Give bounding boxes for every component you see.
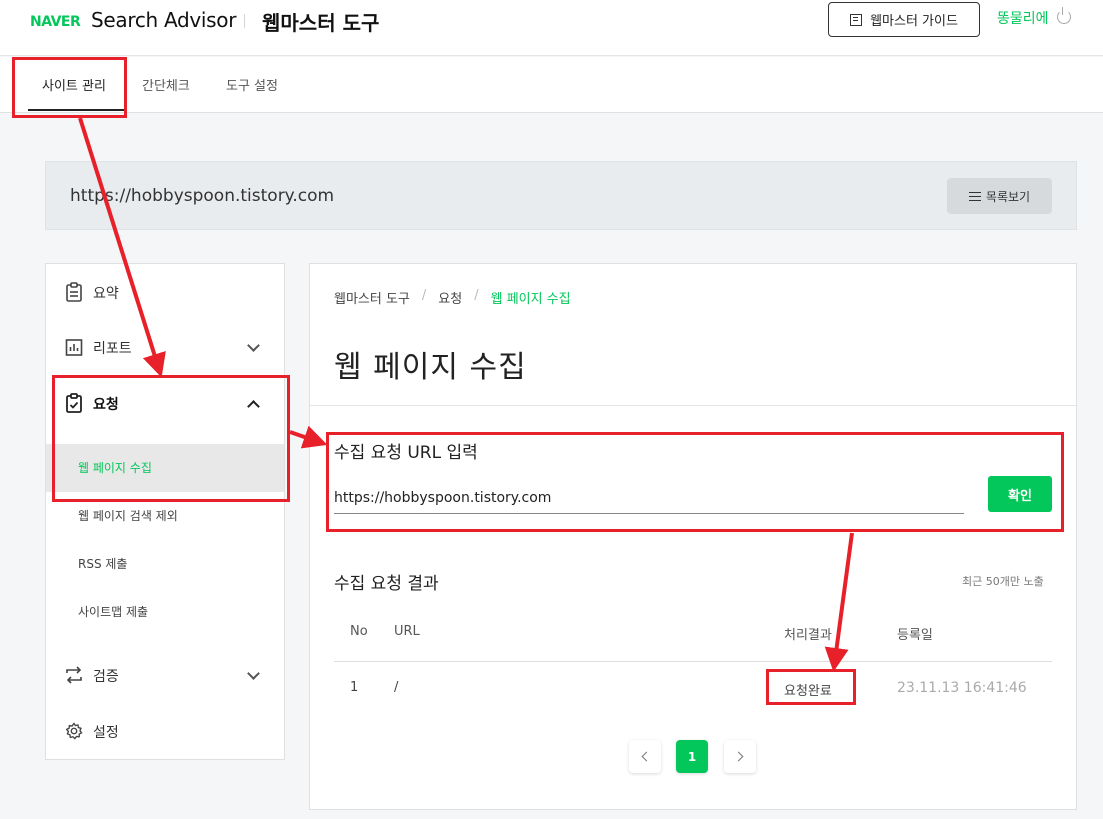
annotation-arrow [289,425,328,449]
annotation-arrow [78,117,166,378]
annotation-arrow [824,532,854,672]
annotation-arrows [78,117,854,672]
